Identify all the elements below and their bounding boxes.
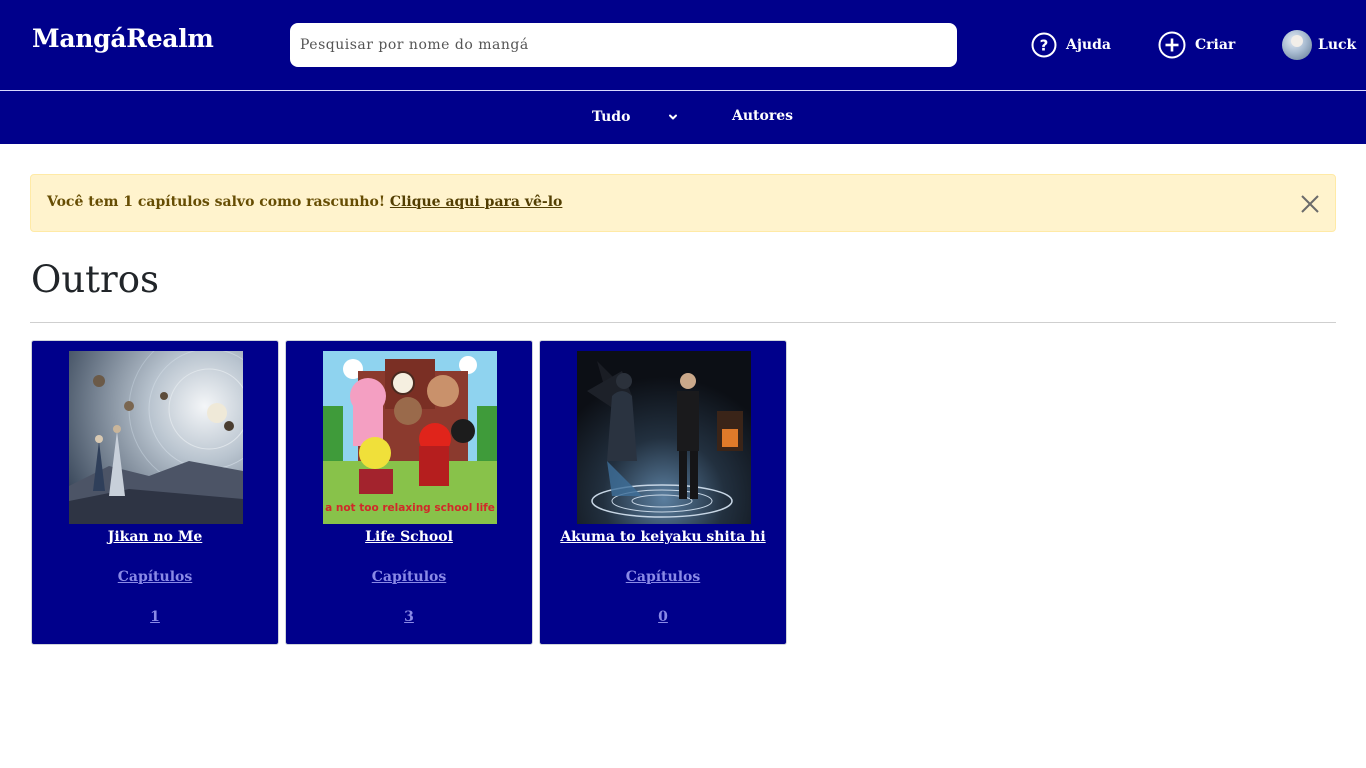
manga-cover[interactable]: a not too relaxing school life — [323, 351, 497, 524]
manga-title[interactable]: Life School — [286, 529, 532, 545]
help-button[interactable]: ? Ajuda — [1031, 30, 1111, 60]
search-input[interactable] — [290, 23, 957, 67]
chapter-count-link[interactable]: 3 — [286, 609, 532, 625]
chapter-count-link[interactable]: 1 — [32, 609, 278, 625]
cover-caption: a not too relaxing school life — [325, 502, 495, 514]
manga-cover[interactable] — [577, 351, 751, 524]
manga-title[interactable]: Akuma to keiyaku shita hi — [540, 529, 786, 545]
help-circle-icon: ? — [1031, 32, 1057, 58]
close-icon[interactable] — [1300, 194, 1320, 214]
tab-authors[interactable]: Autores — [732, 108, 793, 124]
chevron-down-icon[interactable] — [667, 111, 679, 123]
view-draft-link[interactable]: Clique aqui para vê-lo — [390, 194, 562, 210]
create-label: Criar — [1195, 37, 1236, 53]
user-name: Luck — [1318, 37, 1357, 53]
manga-title[interactable]: Jikan no Me — [32, 529, 278, 545]
chapters-link[interactable]: Capítulos — [286, 569, 532, 585]
brand-logo[interactable]: MangáRealm — [32, 24, 214, 53]
svg-text:?: ? — [1040, 37, 1049, 55]
plus-circle-icon — [1158, 31, 1186, 59]
draft-alert: Você tem 1 capítulos salvo como rascunho… — [30, 174, 1336, 232]
user-menu[interactable]: Luck — [1282, 30, 1356, 60]
alert-message-container: Você tem 1 capítulos salvo como rascunho… — [47, 194, 562, 210]
manga-card: a not too relaxing school life Life Scho… — [285, 340, 533, 645]
alert-message: Você tem 1 capítulos salvo como rascunho… — [47, 194, 386, 210]
tab-all-label: Tudo — [592, 109, 631, 125]
create-button[interactable]: Criar — [1158, 30, 1235, 60]
avatar — [1282, 30, 1312, 60]
chapters-link[interactable]: Capítulos — [540, 569, 786, 585]
chapter-count-link[interactable]: 0 — [540, 609, 786, 625]
chapters-link[interactable]: Capítulos — [32, 569, 278, 585]
tab-all-dropdown[interactable]: Tudo — [592, 109, 630, 125]
section-divider — [30, 322, 1336, 323]
manga-cover[interactable] — [69, 351, 243, 524]
top-navbar: MangáRealm ? Ajuda Criar Luck — [0, 0, 1366, 90]
sub-navbar: Tudo Autores — [0, 91, 1366, 144]
help-label: Ajuda — [1066, 37, 1111, 53]
section-title: Outros — [31, 258, 159, 301]
manga-card: Akuma to keiyaku shita hi Capítulos 0 — [539, 340, 787, 645]
manga-card: Jikan no Me Capítulos 1 — [31, 340, 279, 645]
